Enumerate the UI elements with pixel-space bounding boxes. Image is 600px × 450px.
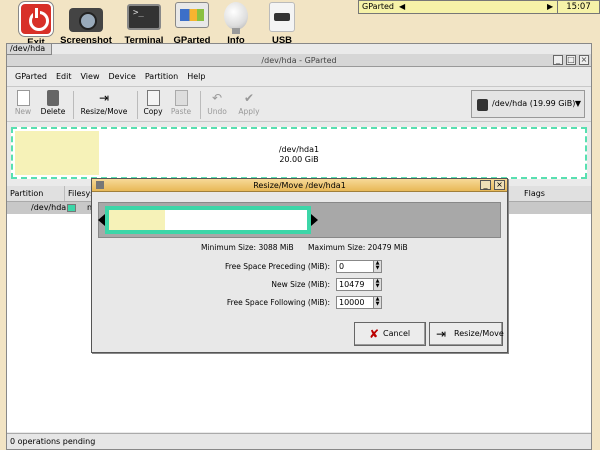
harddisk-icon xyxy=(477,99,488,111)
dialog-title: Resize/Move /dev/hda1 xyxy=(253,181,346,190)
cancel-label: Cancel xyxy=(383,329,411,338)
task-prev-arrow-icon[interactable]: ◀ xyxy=(399,2,405,12)
menu-partition[interactable]: Partition xyxy=(145,72,178,81)
new-size-label: New Size (MiB): xyxy=(271,280,330,289)
spin-arrows-icon[interactable]: ▲ ▼ xyxy=(373,260,382,273)
usb-icon xyxy=(269,2,295,32)
free-preceding-spinbox[interactable]: 0 ▲ ▼ xyxy=(336,260,382,273)
new-size-spinbox[interactable]: 10479 ▲ ▼ xyxy=(336,278,382,291)
new-button[interactable]: New xyxy=(13,90,33,116)
menu-device[interactable]: Device xyxy=(108,72,135,81)
task-next-arrow-icon[interactable]: ▶ xyxy=(547,2,553,12)
task-button-gparted[interactable]: GParted ◀ ▶ xyxy=(358,0,558,14)
disk-map-partition[interactable]: /dev/hda1 20.00 GiB xyxy=(11,127,587,179)
clock: 15:07 xyxy=(558,0,600,14)
window-tab[interactable]: /dev/hda xyxy=(6,43,52,55)
filesystem-color-swatch xyxy=(67,204,76,212)
free-following-value: 10000 xyxy=(339,298,365,307)
column-header-flags[interactable]: Flags xyxy=(521,186,591,201)
menu-edit[interactable]: Edit xyxy=(56,72,72,81)
window-title: /dev/hda - GParted xyxy=(261,56,337,65)
free-preceding-label: Free Space Preceding (MiB): xyxy=(224,262,330,271)
maximum-size-text: Maximum Size: 20479 MiB xyxy=(308,243,408,252)
disk-map-partition-size: 20.00 GiB xyxy=(279,155,319,164)
resize-arrow-icon: ⇥ xyxy=(436,327,447,341)
toolbar-separator xyxy=(73,91,74,119)
menu-gparted[interactable]: GParted xyxy=(15,72,47,81)
free-following-spinbox[interactable]: 10000 ▲ ▼ xyxy=(336,296,382,309)
spin-arrows-icon[interactable]: ▲ ▼ xyxy=(373,278,382,291)
toolbar-separator xyxy=(137,91,138,119)
maximize-button[interactable]: □ xyxy=(566,55,576,65)
device-label: /dev/hda xyxy=(492,99,528,108)
resize-move-button[interactable]: ⇥ Resize/Move xyxy=(79,90,129,116)
task-label: GParted xyxy=(362,2,394,11)
disk-map-partition-name: /dev/hda1 xyxy=(278,145,320,154)
paste-label: Paste xyxy=(170,107,192,116)
close-button[interactable]: × xyxy=(579,55,589,65)
gparted-icon xyxy=(175,2,209,28)
window-titlebar[interactable]: /dev/hda - GParted _ □ × xyxy=(7,54,591,67)
column-header-partition[interactable]: Partition xyxy=(7,186,65,201)
minimize-button[interactable]: _ xyxy=(553,55,563,65)
spin-arrows-icon[interactable]: ▲ ▼ xyxy=(373,296,382,309)
apply-label: Apply xyxy=(238,107,260,116)
status-bar: 0 operations pending xyxy=(7,433,591,449)
resize-move-confirm-button[interactable]: ⇥ Resize/Move xyxy=(429,322,504,346)
paste-icon xyxy=(174,90,188,106)
free-preceding-value: 0 xyxy=(339,262,345,271)
power-icon xyxy=(19,2,53,36)
disk-map-text: /dev/hda1 20.00 GiB xyxy=(13,145,585,165)
undo-icon: ↶ xyxy=(211,91,223,105)
new-size-value: 10479 xyxy=(339,280,365,289)
new-label: New xyxy=(14,107,32,116)
delete-button[interactable]: Delete xyxy=(39,90,67,116)
undo-button[interactable]: ↶ Undo xyxy=(207,90,227,116)
terminal-icon xyxy=(127,4,161,30)
device-selector[interactable]: /dev/hda (19.99 GiB) ▼ xyxy=(471,90,585,118)
minimum-size-text: Minimum Size: 3088 MiB xyxy=(201,243,294,252)
device-size: (19.99 GiB) xyxy=(529,99,576,108)
row-partition: /dev/hda1 xyxy=(31,203,72,212)
resize-move-confirm-label: Resize/Move xyxy=(454,329,504,338)
copy-icon xyxy=(146,90,160,106)
copy-button[interactable]: Copy xyxy=(143,90,163,116)
delete-label: Delete xyxy=(40,107,66,116)
toolbar-separator xyxy=(200,91,201,119)
menu-view[interactable]: View xyxy=(81,72,100,81)
dialog-minimize-button[interactable]: _ xyxy=(480,180,491,190)
usb-launcher[interactable]: USB xyxy=(252,0,312,46)
new-document-icon xyxy=(16,90,30,106)
resize-move-dialog: Resize/Move /dev/hda1 _ × Minimum Size: … xyxy=(91,178,508,353)
partition-block[interactable] xyxy=(105,206,311,234)
resize-graphic[interactable] xyxy=(98,202,501,238)
screenshot-launcher[interactable]: Screenshot xyxy=(56,0,116,46)
taskbar: GParted ◀ ▶ 15:07 xyxy=(358,0,600,14)
undo-label: Undo xyxy=(207,107,227,116)
checkmark-icon: ✔ xyxy=(243,91,255,105)
resize-arrow-icon: ⇥ xyxy=(98,91,110,105)
free-following-label: Free Space Following (MiB): xyxy=(226,298,330,307)
toolbar: New Delete ⇥ Resize/Move Copy Paste ↶ Un… xyxy=(7,86,591,122)
cancel-button[interactable]: ✘ Cancel xyxy=(354,322,426,346)
dialog-titlebar[interactable]: Resize/Move /dev/hda1 _ × xyxy=(92,179,507,192)
menu-help[interactable]: Help xyxy=(187,72,205,81)
dialog-close-button[interactable]: × xyxy=(494,180,505,190)
trash-icon xyxy=(47,90,59,106)
copy-label: Copy xyxy=(143,107,163,116)
used-space-bar xyxy=(109,210,165,230)
dialog-menu-icon[interactable] xyxy=(96,181,104,189)
dropdown-arrow-icon: ▼ xyxy=(574,99,581,108)
camera-icon xyxy=(69,8,103,32)
lightbulb-icon xyxy=(224,2,248,34)
left-resize-handle-icon[interactable] xyxy=(98,214,105,226)
menubar: GParted Edit View Device Partition Help xyxy=(7,69,591,84)
resize-move-label: Resize/Move xyxy=(80,107,128,116)
paste-button[interactable]: Paste xyxy=(170,90,192,116)
right-resize-handle-icon[interactable] xyxy=(311,214,318,226)
apply-button[interactable]: ✔ Apply xyxy=(237,90,261,116)
cancel-x-icon: ✘ xyxy=(369,327,380,341)
